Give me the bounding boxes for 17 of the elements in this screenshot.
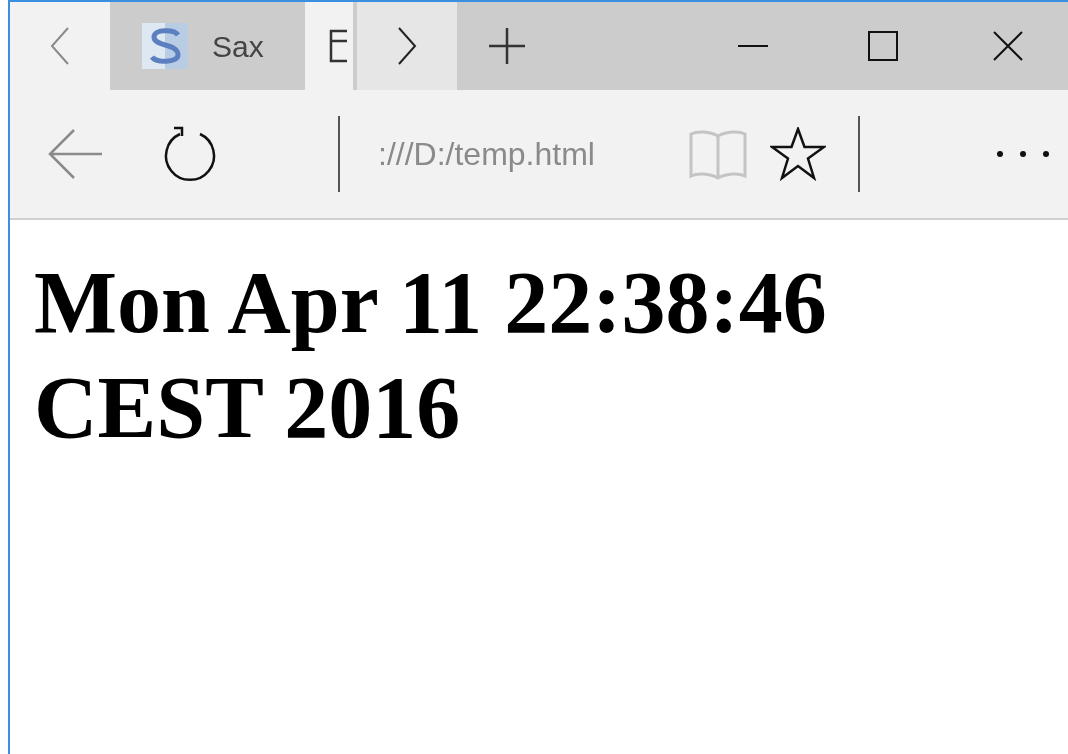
more-icon	[997, 151, 1049, 157]
back-arrow-icon	[46, 128, 104, 180]
maximize-icon	[868, 31, 898, 61]
star-icon	[770, 127, 826, 181]
date-heading: Mon Apr 11 22:38:46 CEST 2016	[34, 253, 828, 458]
close-icon	[993, 31, 1023, 61]
scroll-tabs-left-button[interactable]	[10, 2, 110, 90]
address-field[interactable]: :///D:/temp.html	[378, 124, 678, 184]
chevron-right-icon	[395, 26, 419, 66]
browser-tab[interactable]	[305, 2, 353, 90]
site-icon	[142, 23, 188, 69]
plus-icon	[489, 28, 525, 64]
minimize-icon	[738, 44, 768, 48]
chevron-left-icon	[48, 26, 72, 66]
tab-title: Sax	[212, 28, 264, 65]
page-icon	[329, 29, 349, 63]
book-icon	[689, 128, 747, 180]
